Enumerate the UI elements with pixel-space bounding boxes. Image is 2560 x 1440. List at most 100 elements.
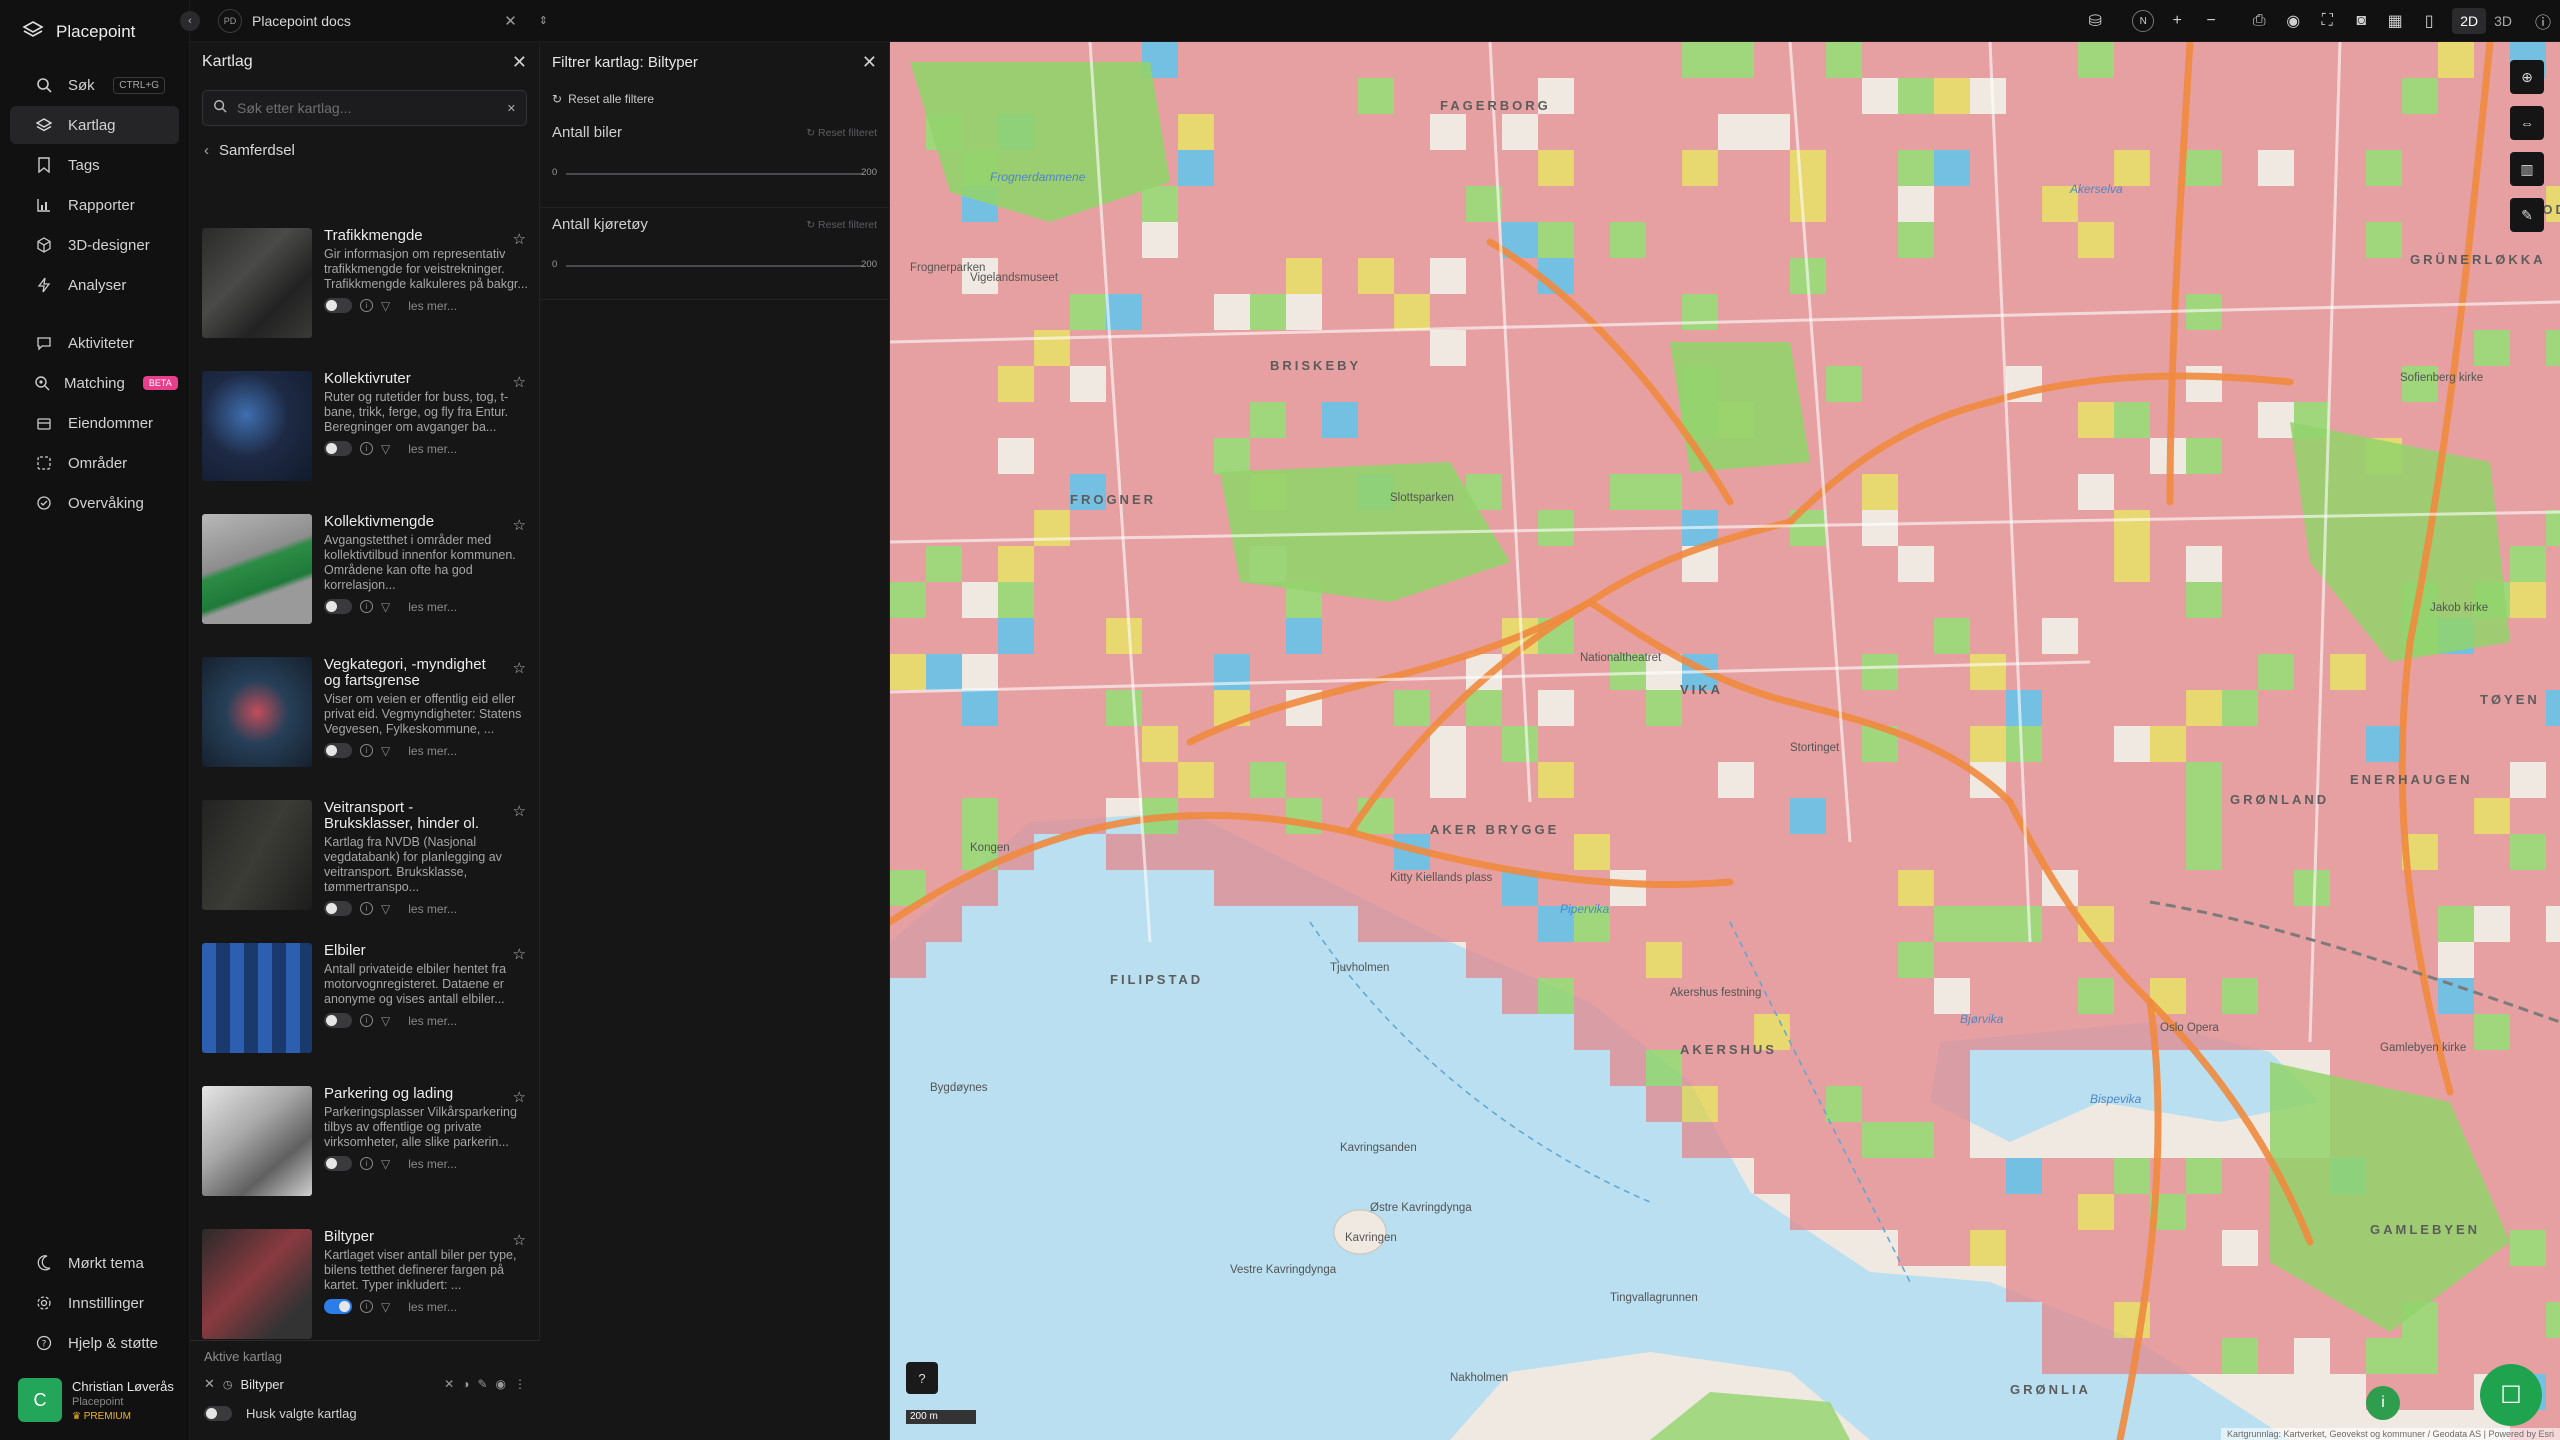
layer-info-icon[interactable]: i <box>360 299 373 312</box>
layer-item[interactable]: Vegkategori, -myndighet og fartsgrense Vi… <box>190 653 540 796</box>
nav-item-eiendommer[interactable]: Eiendommer <box>10 404 179 442</box>
read-more-link[interactable]: les mer... <box>408 299 457 313</box>
filter-icon[interactable]: ▽ <box>381 442 390 456</box>
filter-icon[interactable]: ▽ <box>381 1014 390 1028</box>
nav-item-3d-designer[interactable]: 3D-designer <box>10 226 179 264</box>
nav-item-settings[interactable]: Innstillinger <box>10 1284 180 1322</box>
info-circle-icon[interactable]: ⓘ <box>2526 0 2560 42</box>
nav-item-kartlag[interactable]: Kartlag <box>10 106 179 144</box>
layer-thumbnail[interactable] <box>202 1229 312 1339</box>
nav-item-matching[interactable]: Matching BETA <box>10 364 179 402</box>
zoom-in-icon[interactable]: + <box>2160 0 2194 42</box>
reset-filter-button[interactable]: ↻ Reset filteret <box>806 219 877 231</box>
range-slider[interactable]: 0 200 <box>552 153 877 193</box>
reset-filter-button[interactable]: ↻ Reset filteret <box>806 127 877 139</box>
filter-icon[interactable]: ▽ <box>381 299 390 313</box>
nav-item-analyser[interactable]: Analyser <box>10 266 179 304</box>
layer-search-input[interactable] <box>237 100 497 116</box>
layer-toggle[interactable] <box>324 1156 352 1171</box>
favorite-star-icon[interactable]: ☆ <box>513 373 526 391</box>
read-more-link[interactable]: les mer... <box>408 902 457 916</box>
layer-item[interactable]: Veitransport - Bruksklasser, hinder ol. K… <box>190 796 540 939</box>
nav-item-search[interactable]: Søk CTRL+G <box>10 66 179 104</box>
info-icon[interactable]: i <box>2366 1386 2400 1420</box>
measure-icon[interactable]: ⇔ <box>2510 106 2544 140</box>
mode-3d-button[interactable]: 3D <box>2486 8 2520 34</box>
collapse-nav-button[interactable]: ‹ <box>180 10 200 31</box>
read-more-link[interactable]: les mer... <box>408 442 457 456</box>
nav-item-rapporter[interactable]: Rapporter <box>10 186 179 224</box>
close-icon[interactable]: ✕ <box>862 52 877 73</box>
nav-item-omrader[interactable]: Områder <box>10 444 179 482</box>
close-workspace-icon[interactable]: ✕ <box>504 12 517 30</box>
remember-toggle[interactable] <box>204 1406 232 1421</box>
nav-item-dark-theme[interactable]: Mørkt tema <box>10 1244 180 1282</box>
favorite-star-icon[interactable]: ☆ <box>513 516 526 534</box>
layer-thumbnail[interactable] <box>202 657 312 767</box>
compass-button[interactable]: N <box>2126 0 2160 42</box>
slider-track[interactable] <box>566 265 863 267</box>
mode-2d-button[interactable]: 2D <box>2452 8 2487 34</box>
filter-icon[interactable]: ▽ <box>381 744 390 758</box>
layer-toggle[interactable] <box>324 1299 352 1314</box>
print-icon[interactable]: ⎙ <box>2242 0 2276 42</box>
layer-toggle[interactable] <box>324 599 352 614</box>
nav-item-tags[interactable]: Tags <box>10 146 179 184</box>
filter-icon[interactable]: ▽ <box>381 1157 390 1171</box>
statistics-icon[interactable]: ▥ <box>2510 152 2544 186</box>
layer-thumbnail[interactable] <box>202 371 312 481</box>
layer-toggle[interactable] <box>324 298 352 313</box>
read-more-link[interactable]: les mer... <box>408 600 457 614</box>
layer-toggle[interactable] <box>324 441 352 456</box>
filter-icon[interactable]: ▽ <box>381 1300 390 1314</box>
layer-info-icon[interactable]: i <box>360 442 373 455</box>
draw-icon[interactable]: ✎ <box>2510 198 2544 232</box>
zoom-out-icon[interactable]: − <box>2194 0 2228 42</box>
layer-thumbnail[interactable] <box>202 800 312 910</box>
layer-item[interactable]: Elbiler Antall privateide elbiler hentet … <box>190 939 540 1082</box>
layer-info-icon[interactable]: i <box>360 1014 373 1027</box>
read-more-link[interactable]: les mer... <box>408 1014 457 1028</box>
active-layer-row[interactable]: ✕ ◷ Biltyper ✕ ◑ ✎ ◉ ⋮ <box>190 1372 540 1396</box>
favorite-star-icon[interactable]: ☆ <box>513 1231 526 1249</box>
read-more-link[interactable]: les mer... <box>408 1157 457 1171</box>
slider-track[interactable] <box>566 173 863 175</box>
layer-info-icon[interactable]: i <box>360 744 373 757</box>
fullscreen-icon[interactable]: ⛶ <box>2310 0 2344 42</box>
layer-info-icon[interactable]: i <box>360 1300 373 1313</box>
layer-item[interactable]: Parkering og lading Parkeringsplasser Vil… <box>190 1082 540 1225</box>
layer-toggle[interactable] <box>324 901 352 916</box>
layer-thumbnail[interactable] <box>202 943 312 1053</box>
basemap-icon[interactable]: ▦ <box>2378 0 2412 42</box>
opacity-icon[interactable]: ◑ <box>462 1377 469 1391</box>
layer-item[interactable]: Kollektivmengde Avgangstetthet i områder … <box>190 510 540 653</box>
visibility-icon[interactable]: ◉ <box>2276 0 2310 42</box>
range-slider[interactable]: 0 200 <box>552 245 877 285</box>
clear-search-icon[interactable]: ✕ <box>507 102 516 115</box>
favorite-star-icon[interactable]: ☆ <box>513 659 526 677</box>
user-profile[interactable]: C Christian Løverås Placepoint ♛ PREMIUM <box>0 1364 190 1440</box>
nav-item-help[interactable]: ? Hjelp & støtte <box>10 1324 180 1362</box>
chevron-updown-icon[interactable]: ⇕ <box>539 14 548 27</box>
layer-item[interactable]: Kollektivruter Ruter og rutetider for bus… <box>190 367 540 510</box>
remember-layers[interactable]: Husk valgte kartlag <box>190 1396 540 1431</box>
layer-info-icon[interactable]: i <box>360 1157 373 1170</box>
camera-icon[interactable]: ◙ <box>2344 0 2378 42</box>
layer-thumbnail[interactable] <box>202 228 312 338</box>
favorite-star-icon[interactable]: ☆ <box>513 1088 526 1106</box>
layer-info-icon[interactable]: i <box>360 600 373 613</box>
eye-icon[interactable]: ◉ <box>496 1377 506 1391</box>
workspace-tab[interactable]: PD Placepoint docs ✕ ⇕ <box>218 8 548 33</box>
read-more-link[interactable]: les mer... <box>408 1300 457 1314</box>
map-canvas[interactable]: FAGERBORGBRISKEBYFROGNERGRÜNERLØKKARODEL… <box>890 42 2560 1440</box>
reset-all-filters-button[interactable]: ↻ Reset alle filtere <box>540 82 889 116</box>
layers-stack-icon[interactable]: ⛁ <box>2078 0 2112 42</box>
layer-toggle[interactable] <box>324 1013 352 1028</box>
layer-toggle[interactable] <box>324 743 352 758</box>
favorite-star-icon[interactable]: ☆ <box>513 230 526 248</box>
remove-layer-icon[interactable]: ✕ <box>204 1376 215 1392</box>
favorite-star-icon[interactable]: ☆ <box>513 945 526 963</box>
filter-icon[interactable]: ▽ <box>381 902 390 916</box>
layer-info-icon[interactable]: i <box>360 902 373 915</box>
chat-support-icon[interactable]: ☐ <box>2480 1364 2542 1426</box>
